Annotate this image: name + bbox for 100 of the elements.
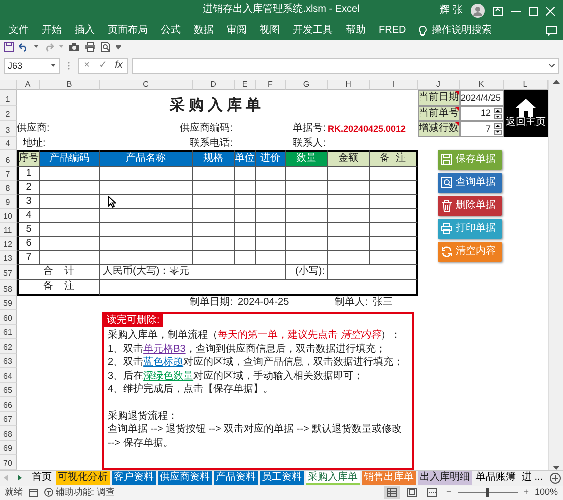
column-heading: 备 注 bbox=[370, 150, 418, 167]
sheet-tab[interactable]: 可视化分析 bbox=[56, 471, 110, 485]
table-cell: 4 bbox=[17, 209, 40, 223]
column-heading: 产品编码 bbox=[40, 150, 100, 167]
row-header[interactable]: 67 bbox=[0, 412, 17, 426]
sheet-tab[interactable]: 进 ... bbox=[520, 471, 546, 485]
column-heading: 规格 bbox=[193, 150, 235, 167]
ribbon-tab[interactable]: 数据 bbox=[194, 25, 214, 37]
ribbon-tab[interactable]: 页面布局 bbox=[108, 25, 148, 37]
trash-button[interactable]: 删除单据 bbox=[438, 196, 502, 216]
row-header[interactable]: 58 bbox=[0, 280, 17, 296]
status-text: 就绪 bbox=[5, 487, 23, 498]
row-header[interactable]: 1 bbox=[0, 90, 17, 106]
row-header[interactable]: 7 bbox=[0, 167, 17, 181]
search-button[interactable]: 查询单据 bbox=[438, 173, 502, 193]
column-header[interactable]: G bbox=[286, 80, 328, 90]
tell-me-search[interactable]: 操作说明搜索 bbox=[432, 25, 492, 37]
field-label: 供应商: bbox=[17, 122, 51, 136]
row-header[interactable]: 62 bbox=[0, 339, 17, 354]
column-heading: 单位 bbox=[235, 150, 256, 167]
sheet-tab[interactable]: 产品资料 bbox=[214, 471, 258, 485]
row-header[interactable]: 57 bbox=[0, 265, 17, 280]
row-header[interactable]: 8 bbox=[0, 181, 17, 195]
column-header[interactable]: E bbox=[235, 80, 256, 90]
ribbon-tab[interactable]: 开发工具 bbox=[293, 25, 333, 37]
sheet-tab[interactable]: 客户资料 bbox=[112, 471, 156, 485]
table-cell: 1 bbox=[17, 167, 40, 181]
cancel-button[interactable]: × bbox=[79, 60, 95, 72]
row-header[interactable]: 2 bbox=[0, 106, 17, 121]
field-label: 增减行数 bbox=[418, 121, 460, 137]
row-header[interactable]: 64 bbox=[0, 368, 17, 382]
column-header[interactable]: C bbox=[100, 80, 193, 90]
column-header[interactable]: F bbox=[256, 80, 286, 90]
cell-link[interactable]: 单元格B3 bbox=[144, 344, 186, 355]
amount-in-words: 人民币(大写)：零元 bbox=[100, 265, 286, 280]
column-heading: 序号 bbox=[17, 150, 40, 167]
column-header[interactable]: B bbox=[40, 80, 100, 90]
sheet-tab[interactable]: 供应商资料 bbox=[158, 471, 212, 485]
column-header[interactable]: A bbox=[17, 80, 40, 90]
table-cell: 3 bbox=[17, 195, 40, 209]
column-heading: 产品名称 bbox=[100, 150, 193, 167]
sheet-tab[interactable]: 出入库明细 bbox=[418, 471, 472, 485]
document-number: RK.20240425.0012 bbox=[328, 122, 408, 136]
name-box[interactable]: J63 bbox=[4, 58, 60, 74]
ribbon-tab[interactable]: 帮助 bbox=[346, 25, 366, 37]
row-header[interactable]: 9 bbox=[0, 195, 17, 209]
row-header[interactable]: 11 bbox=[0, 223, 17, 237]
value-field[interactable]: 2024/4/25 bbox=[460, 90, 504, 106]
row-header[interactable]: 60 bbox=[0, 310, 17, 324]
row-header[interactable]: 6 bbox=[0, 150, 17, 167]
value-field[interactable]: 12 bbox=[460, 106, 504, 121]
row-header[interactable]: 65 bbox=[0, 382, 17, 397]
ribbon-tab[interactable]: 公式 bbox=[161, 25, 181, 37]
row-header[interactable]: 61 bbox=[0, 324, 17, 339]
row-header[interactable]: 70 bbox=[0, 455, 17, 470]
field-label: 联系电话: bbox=[189, 137, 234, 150]
row-header[interactable]: 13 bbox=[0, 251, 17, 265]
insert-function-button[interactable]: fx bbox=[111, 60, 127, 72]
row-header[interactable]: 68 bbox=[0, 426, 17, 440]
ribbon-tab[interactable]: 开始 bbox=[42, 25, 62, 37]
ribbon-tab[interactable]: 审阅 bbox=[227, 25, 247, 37]
column-header[interactable]: I bbox=[370, 80, 418, 90]
date-value: 2024-04-25 bbox=[237, 296, 290, 310]
zoom-in-button[interactable]: + bbox=[524, 487, 529, 498]
field-label: 制单人: bbox=[334, 296, 369, 310]
home-button[interactable]: 返回主页 bbox=[504, 90, 548, 137]
column-header[interactable]: H bbox=[328, 80, 370, 90]
row-header[interactable]: 59 bbox=[0, 296, 17, 310]
row-header[interactable]: 69 bbox=[0, 440, 17, 455]
sheet-tab[interactable]: 首页 bbox=[30, 471, 54, 485]
row-header[interactable]: 66 bbox=[0, 397, 17, 412]
field-label: 联系人: bbox=[292, 137, 327, 150]
value-field[interactable]: 7 bbox=[460, 121, 504, 137]
field-label: 单据号: bbox=[292, 122, 327, 136]
window-title: 进销存出入库管理系统.xlsm - Excel bbox=[203, 4, 360, 16]
row-header[interactable]: 10 bbox=[0, 209, 17, 223]
ribbon-tab[interactable]: 视图 bbox=[260, 25, 280, 37]
accessibility-status[interactable]: 辅助功能: 调查 bbox=[56, 487, 116, 498]
sheet-tab[interactable]: 员工资料 bbox=[260, 471, 304, 485]
zoom-out-button[interactable]: − bbox=[446, 487, 452, 498]
row-header[interactable]: 63 bbox=[0, 354, 17, 368]
ribbon-tab[interactable]: 插入 bbox=[75, 25, 95, 37]
cell-link[interactable]: 蓝色标题 bbox=[144, 357, 184, 368]
sheet-tab[interactable]: 采购入库单 bbox=[306, 471, 360, 485]
row-header[interactable]: 12 bbox=[0, 237, 17, 251]
column-header[interactable]: K bbox=[460, 80, 504, 90]
row-header[interactable]: 3 bbox=[0, 121, 17, 137]
ribbon-tab[interactable]: FRED bbox=[379, 25, 406, 37]
ribbon-tab[interactable]: 文件 bbox=[9, 25, 29, 37]
column-header[interactable]: L bbox=[504, 80, 548, 90]
zoom-level[interactable]: 100% bbox=[534, 487, 558, 498]
column-header[interactable]: J bbox=[418, 80, 460, 90]
column-header[interactable]: D bbox=[193, 80, 235, 90]
enter-button[interactable]: ✓ bbox=[95, 60, 111, 72]
sheet-tab[interactable]: 单品账簿 bbox=[474, 471, 518, 485]
field-label: 供应商编码: bbox=[179, 122, 234, 136]
row-header[interactable]: 4 bbox=[0, 137, 17, 150]
table-cell: 7 bbox=[17, 251, 40, 265]
field-label: 当前日期 bbox=[418, 90, 460, 106]
table-cell: 6 bbox=[17, 237, 40, 251]
